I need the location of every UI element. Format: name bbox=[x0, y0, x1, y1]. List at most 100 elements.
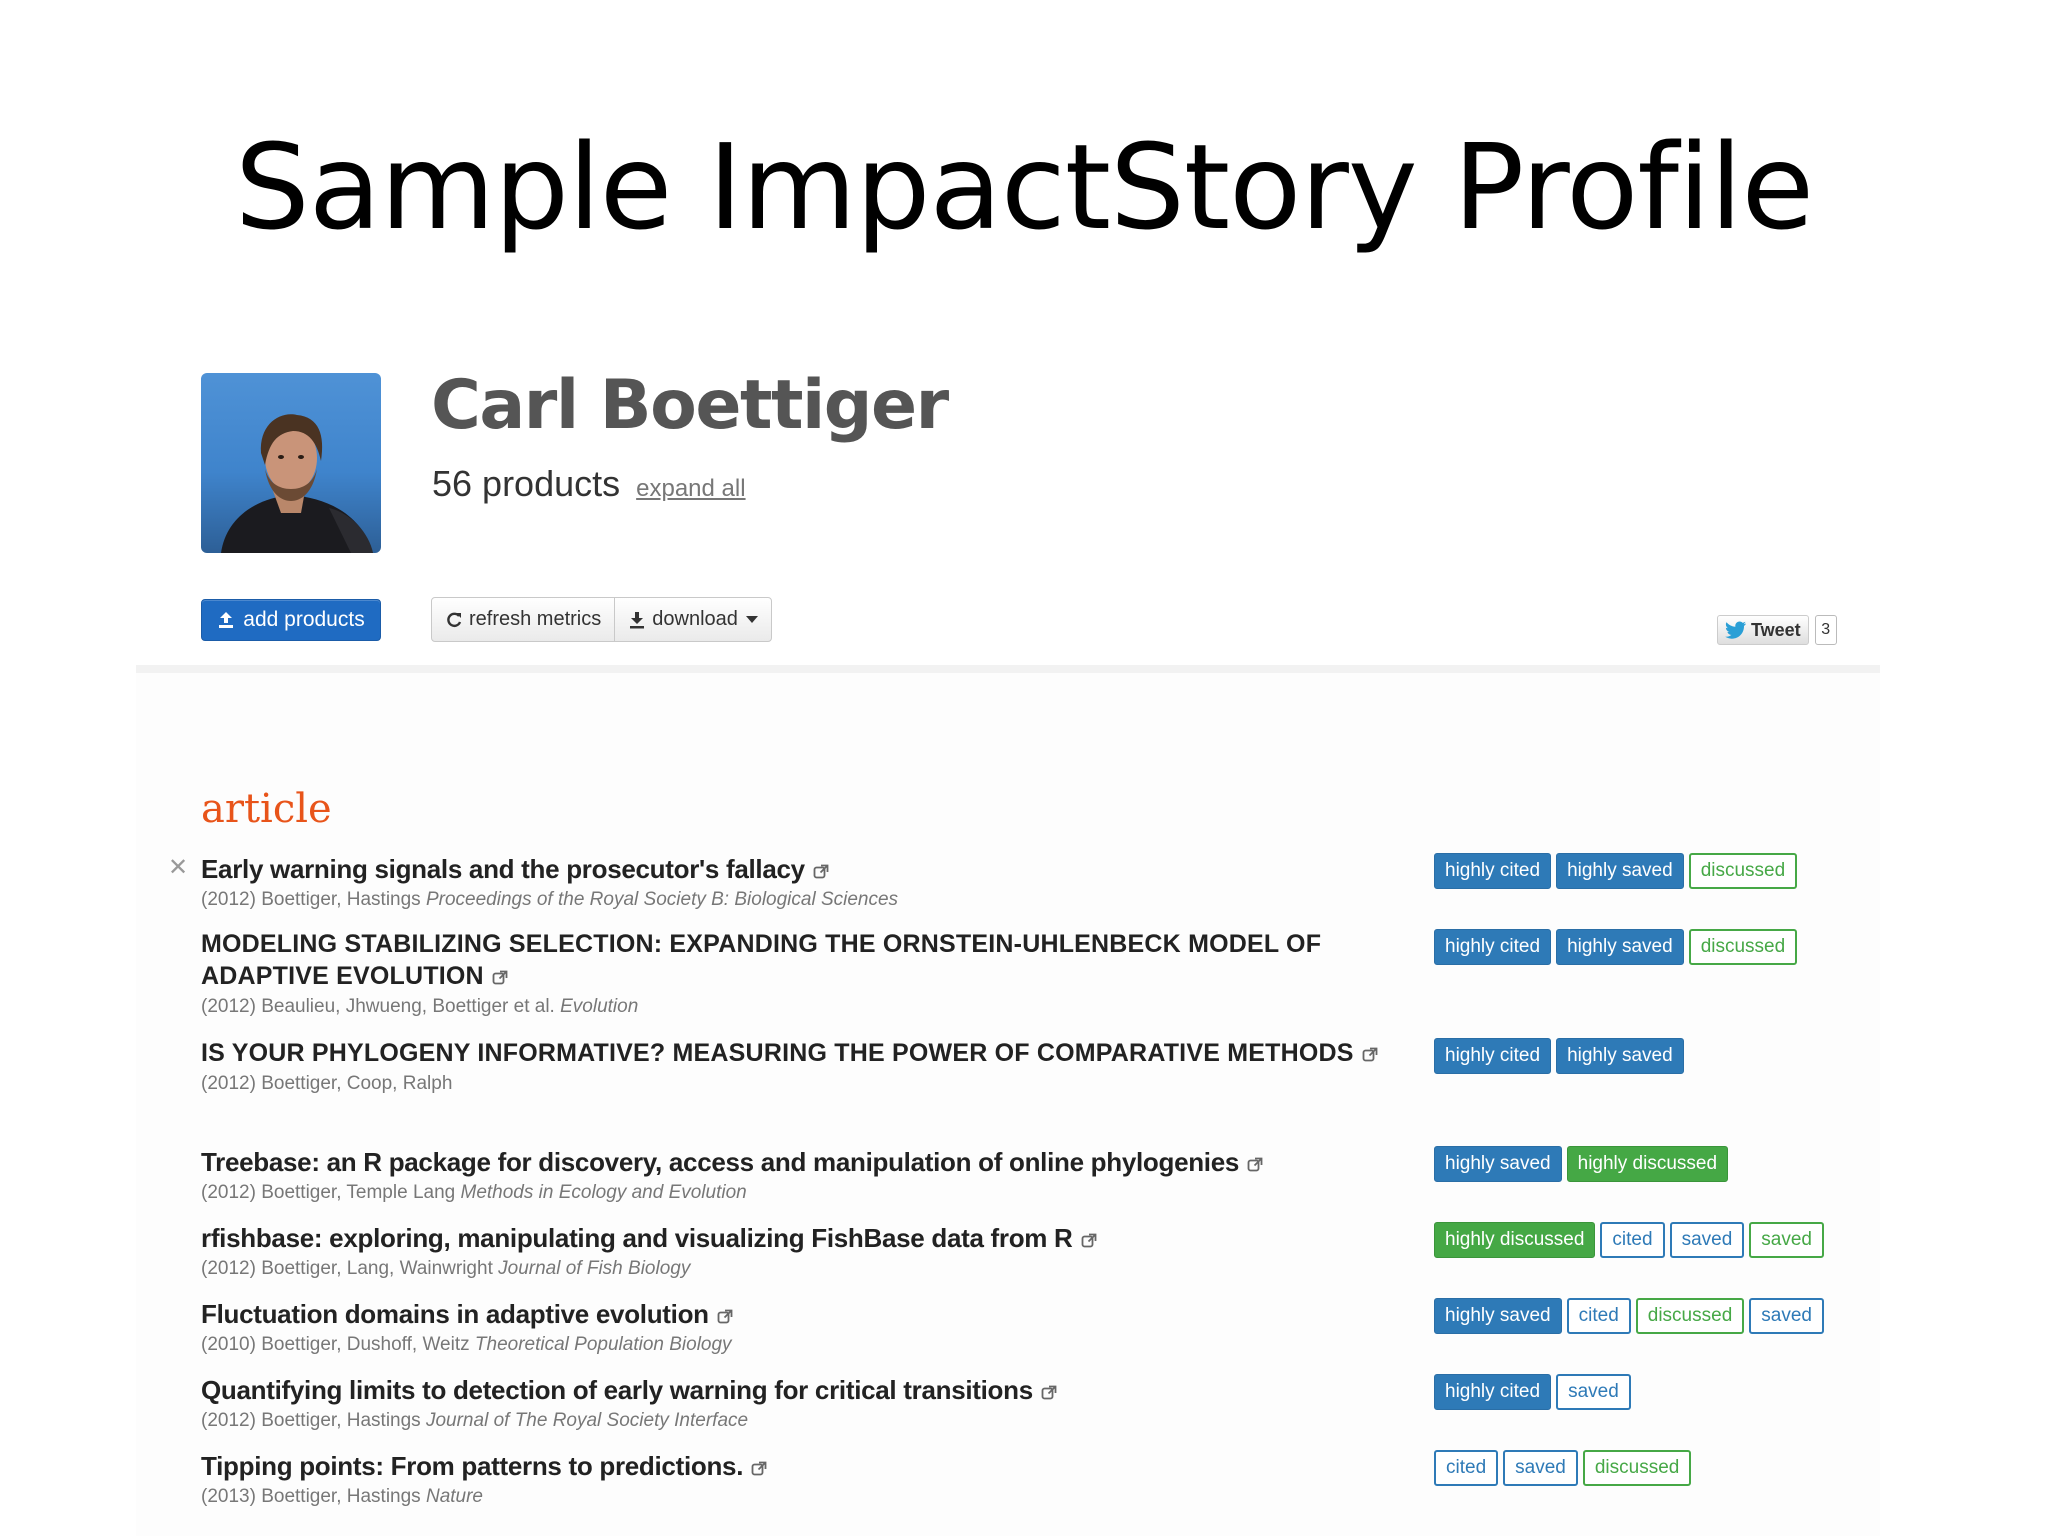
article-venue: Proceedings of the Royal Society B: Biol… bbox=[425, 889, 899, 910]
article-title-text[interactable]: Treebase: an R package for discovery, ac… bbox=[201, 1147, 1239, 1177]
profile-photo bbox=[221, 414, 373, 553]
article-title[interactable]: Quantifying limits to detection of early… bbox=[201, 1374, 1401, 1408]
external-link-icon[interactable] bbox=[1041, 1376, 1057, 1408]
external-link-icon[interactable] bbox=[1362, 1039, 1378, 1071]
article-title-text[interactable]: MODELING STABILIZING SELECTION: EXPANDIN… bbox=[201, 930, 1321, 990]
metric-badge[interactable]: saved bbox=[1749, 1222, 1824, 1258]
article-venue: Journal of Fish Biology bbox=[498, 1258, 691, 1279]
section-heading: article bbox=[201, 786, 332, 832]
article-row: IS YOUR PHYLOGENY INFORMATIVE? MEASURING… bbox=[201, 1037, 1401, 1097]
article-authors: Boettiger, Temple Lang bbox=[261, 1182, 456, 1203]
tweet-widget: Tweet 3 bbox=[1717, 615, 1837, 645]
metric-badge[interactable]: highly discussed bbox=[1566, 1146, 1729, 1182]
tweet-button[interactable]: Tweet bbox=[1717, 615, 1809, 645]
add-products-label: add products bbox=[243, 608, 365, 631]
metric-badge[interactable]: highly cited bbox=[1434, 1374, 1552, 1410]
external-link-icon[interactable] bbox=[813, 855, 829, 887]
refresh-metrics-label: refresh metrics bbox=[469, 608, 602, 630]
metric-badge[interactable]: saved bbox=[1749, 1298, 1824, 1334]
slide-title: Sample ImpactStory Profile bbox=[234, 118, 1814, 256]
metric-badge[interactable]: cited bbox=[1434, 1450, 1499, 1486]
metric-badge[interactable]: cited bbox=[1600, 1222, 1665, 1258]
article-venue: Methods in Ecology and Evolution bbox=[460, 1182, 747, 1203]
metric-badge[interactable]: discussed bbox=[1582, 1450, 1692, 1486]
metric-badge[interactable]: highly cited bbox=[1434, 853, 1552, 889]
article-title-text[interactable]: Tipping points: From patterns to predict… bbox=[201, 1451, 743, 1481]
external-link-icon[interactable] bbox=[751, 1452, 767, 1484]
metric-badge[interactable]: saved bbox=[1669, 1222, 1745, 1258]
metric-badge[interactable]: highly saved bbox=[1556, 929, 1684, 965]
article-year: (2013) bbox=[201, 1486, 256, 1507]
expand-all-link[interactable]: expand all bbox=[636, 475, 745, 502]
article-authors: Boettiger, Hastings bbox=[261, 1410, 421, 1431]
upload-icon bbox=[219, 612, 234, 628]
metric-badge[interactable]: saved bbox=[1503, 1450, 1578, 1486]
article-title-text[interactable]: Fluctuation domains in adaptive evolutio… bbox=[201, 1299, 709, 1329]
metric-badge[interactable]: cited bbox=[1566, 1298, 1631, 1334]
article-title-text[interactable]: rfishbase: exploring, manipulating and v… bbox=[201, 1223, 1073, 1253]
article-title[interactable]: MODELING STABILIZING SELECTION: EXPANDIN… bbox=[201, 928, 1401, 994]
article-year: (2012) bbox=[201, 1073, 256, 1094]
article-row: Fluctuation domains in adaptive evolutio… bbox=[201, 1298, 1401, 1358]
article-meta: (2012) Boettiger, Coop, Ralph bbox=[201, 1071, 1401, 1097]
metric-badges: cited saved discussed bbox=[1434, 1450, 1692, 1486]
close-icon[interactable]: ✕ bbox=[168, 856, 188, 880]
download-button[interactable]: download bbox=[614, 598, 771, 641]
article-year: (2012) bbox=[201, 1410, 256, 1431]
article-venue: Evolution bbox=[560, 996, 639, 1017]
article-title[interactable]: Early warning signals and the prosecutor… bbox=[201, 853, 1401, 887]
article-venue: Theoretical Population Biology bbox=[474, 1334, 732, 1355]
external-link-icon[interactable] bbox=[492, 962, 508, 994]
metric-badge[interactable]: highly saved bbox=[1434, 1146, 1562, 1182]
external-link-icon[interactable] bbox=[1081, 1224, 1097, 1256]
metric-badges: highly cited highly saved discussed bbox=[1434, 929, 1798, 965]
article-venue: Journal of The Royal Society Interface bbox=[425, 1410, 749, 1431]
article-title[interactable]: rfishbase: exploring, manipulating and v… bbox=[201, 1222, 1401, 1256]
article-authors: Boettiger, Hastings bbox=[261, 889, 421, 910]
metric-badges: highly saved highly discussed bbox=[1434, 1146, 1729, 1182]
article-meta: (2013) Boettiger, Hastings Nature bbox=[201, 1484, 1401, 1510]
article-meta: (2012) Beaulieu, Jhwueng, Boettiger et a… bbox=[201, 994, 1401, 1020]
article-title[interactable]: Treebase: an R package for discovery, ac… bbox=[201, 1146, 1401, 1180]
article-meta: (2012) Boettiger, Hastings Journal of Th… bbox=[201, 1408, 1401, 1434]
metric-badge[interactable]: highly discussed bbox=[1434, 1222, 1596, 1258]
action-button-group: refresh metrics download bbox=[431, 597, 772, 642]
metric-badge[interactable]: highly cited bbox=[1434, 929, 1552, 965]
article-row: Treebase: an R package for discovery, ac… bbox=[201, 1146, 1401, 1206]
metric-badge[interactable]: highly cited bbox=[1434, 1038, 1552, 1074]
add-products-button[interactable]: add products bbox=[201, 599, 381, 641]
external-link-icon[interactable] bbox=[1247, 1148, 1263, 1180]
metric-badge[interactable]: discussed bbox=[1688, 929, 1798, 965]
metric-badges: highly cited highly saved bbox=[1434, 1038, 1684, 1074]
article-row: Tipping points: From patterns to predict… bbox=[201, 1450, 1401, 1510]
external-link-icon[interactable] bbox=[717, 1300, 733, 1332]
article-title[interactable]: Tipping points: From patterns to predict… bbox=[201, 1450, 1401, 1484]
metric-badge[interactable]: highly saved bbox=[1434, 1298, 1562, 1334]
article-title[interactable]: IS YOUR PHYLOGENY INFORMATIVE? MEASURING… bbox=[201, 1037, 1401, 1071]
metric-badges: highly saved cited discussed saved bbox=[1434, 1298, 1824, 1334]
article-meta: (2012) Boettiger, Hastings Proceedings o… bbox=[201, 887, 1401, 913]
article-authors: Boettiger, Lang, Wainwright bbox=[261, 1258, 493, 1279]
metric-badges: highly discussed cited saved saved bbox=[1434, 1222, 1824, 1258]
article-year: (2012) bbox=[201, 996, 256, 1017]
article-authors: Beaulieu, Jhwueng, Boettiger et al. bbox=[261, 996, 555, 1017]
article-title-text[interactable]: Quantifying limits to detection of early… bbox=[201, 1375, 1033, 1405]
article-authors: Boettiger, Coop, Ralph bbox=[261, 1073, 453, 1094]
article-title[interactable]: Fluctuation domains in adaptive evolutio… bbox=[201, 1298, 1401, 1332]
metric-badge[interactable]: highly saved bbox=[1556, 853, 1684, 889]
metric-badge[interactable]: highly saved bbox=[1556, 1038, 1684, 1074]
refresh-icon bbox=[447, 612, 462, 627]
tweet-count: 3 bbox=[1814, 615, 1837, 645]
article-row: MODELING STABILIZING SELECTION: EXPANDIN… bbox=[201, 928, 1401, 1020]
article-title-text[interactable]: Early warning signals and the prosecutor… bbox=[201, 854, 805, 884]
refresh-metrics-button[interactable]: refresh metrics bbox=[432, 598, 614, 641]
metric-badge[interactable]: discussed bbox=[1635, 1298, 1745, 1334]
download-label: download bbox=[652, 608, 738, 630]
metric-badge[interactable]: discussed bbox=[1688, 853, 1798, 889]
download-icon bbox=[630, 611, 645, 628]
metric-badge[interactable]: saved bbox=[1556, 1374, 1631, 1410]
article-title-text[interactable]: IS YOUR PHYLOGENY INFORMATIVE? MEASURING… bbox=[201, 1039, 1354, 1067]
article-authors: Boettiger, Hastings bbox=[261, 1486, 421, 1507]
profile-name: Carl Boettiger bbox=[431, 366, 949, 445]
article-meta: (2012) Boettiger, Temple Lang Methods in… bbox=[201, 1180, 1401, 1206]
